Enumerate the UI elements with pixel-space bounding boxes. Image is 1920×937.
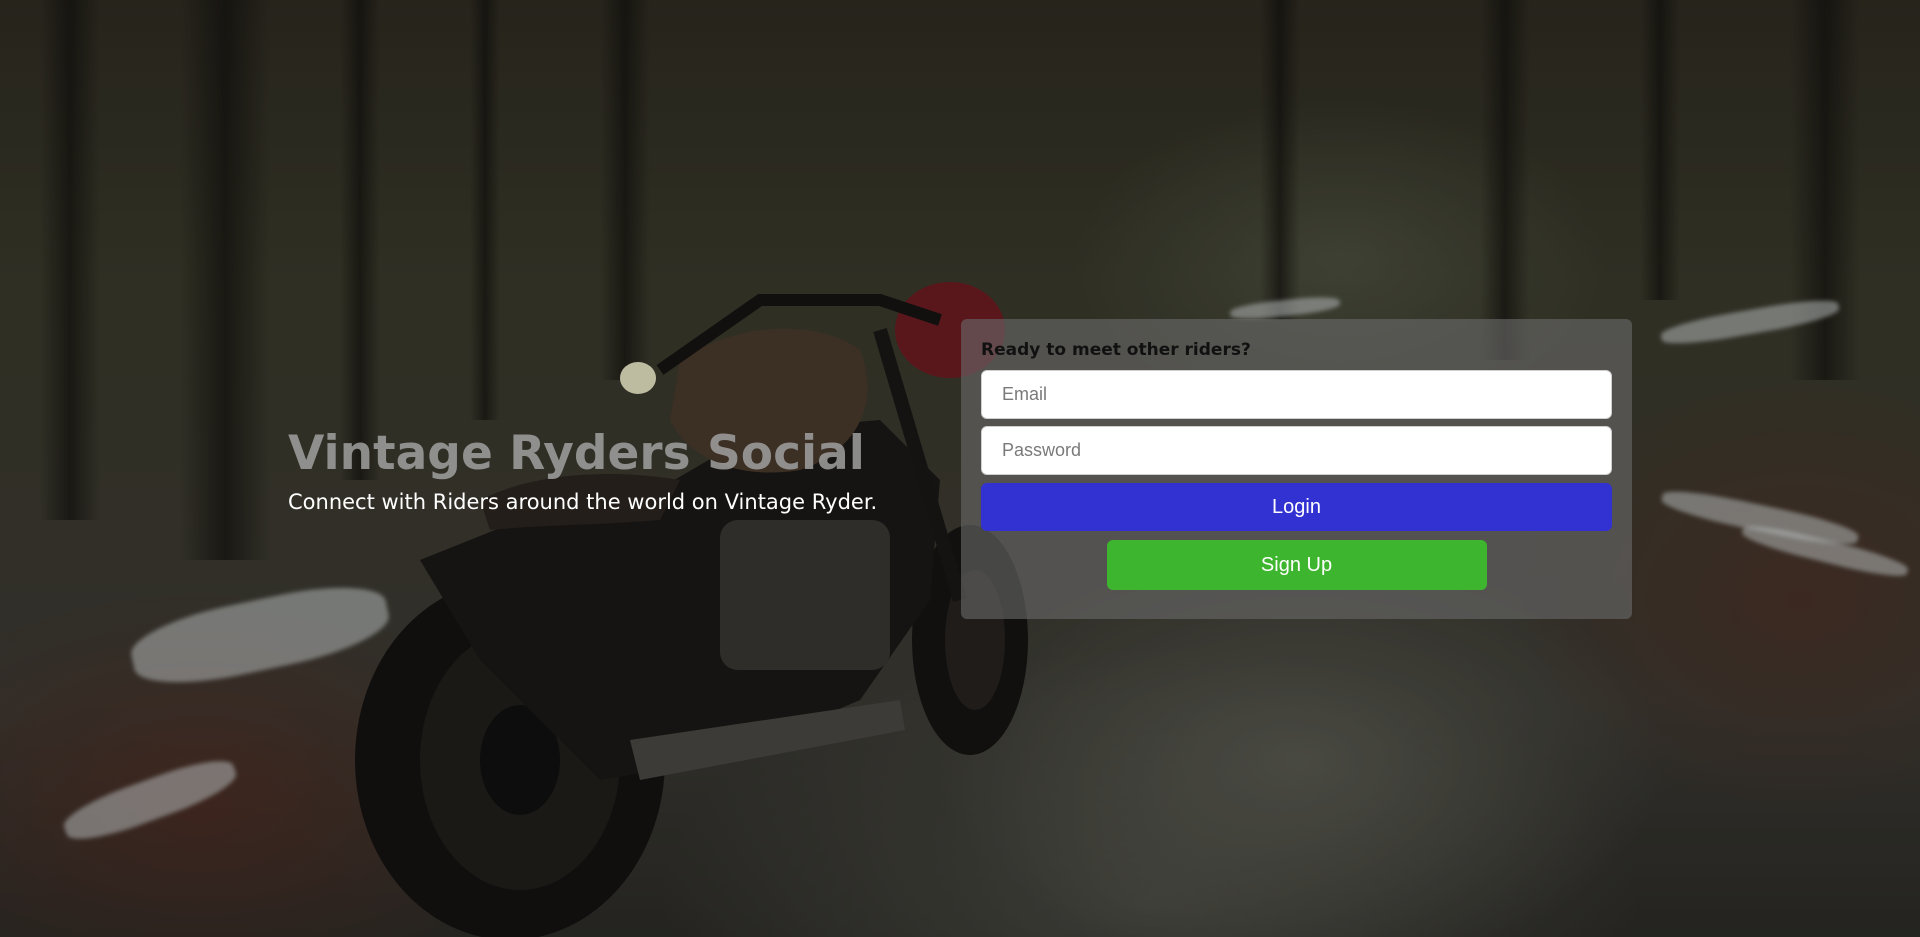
signup-button[interactable]: Sign Up [1106,540,1487,590]
login-panel: Ready to meet other riders? Login Sign U… [961,319,1632,619]
landing-page: Vintage Ryders Social Connect with Rider… [0,0,1920,937]
login-button[interactable]: Login [981,483,1612,531]
email-field[interactable] [981,370,1612,419]
login-heading: Ready to meet other riders? [981,340,1251,360]
hero-section: Vintage Ryders Social Connect with Rider… [288,424,928,516]
site-title: Vintage Ryders Social [288,426,865,481]
site-tagline: Connect with Riders around the world on … [288,490,878,514]
password-field[interactable] [981,426,1612,475]
